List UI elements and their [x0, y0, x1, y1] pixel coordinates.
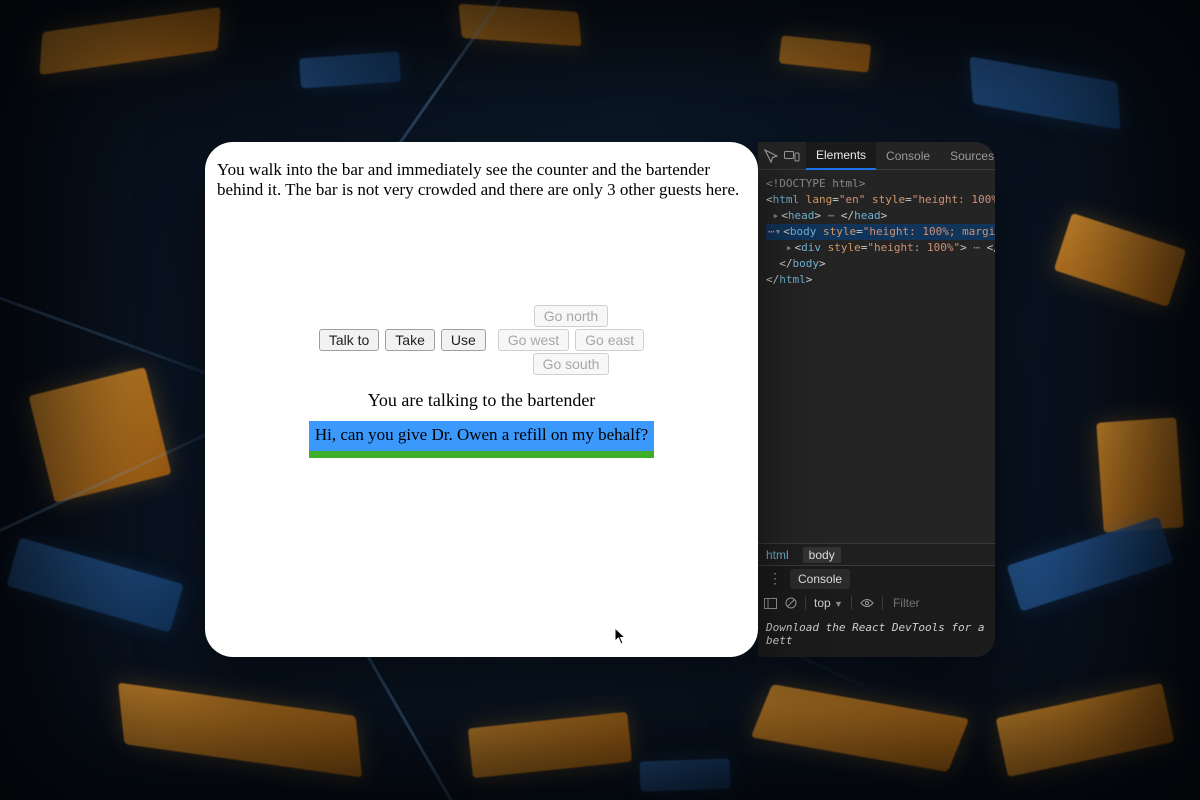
- controls-area: Talk to Take Use Go north Go west Go eas…: [217, 304, 746, 376]
- tab-console[interactable]: Console: [876, 143, 940, 169]
- live-expression-icon[interactable]: [860, 598, 874, 608]
- go-north-button: Go north: [534, 305, 608, 327]
- context-selector[interactable]: top ▼: [814, 596, 843, 610]
- go-east-button: Go east: [575, 329, 644, 351]
- console-message: Download the React DevTools for a bett: [766, 621, 987, 647]
- console-toolbar: top ▼: [758, 591, 995, 615]
- mouse-cursor-icon: [614, 627, 628, 645]
- clear-console-icon[interactable]: [785, 597, 797, 609]
- devtools-tabbar: Elements Console Sources: [758, 142, 995, 170]
- selected-node-body[interactable]: ⋯▾<body style="height: 100%; margin: 0">: [766, 224, 995, 240]
- elements-tree[interactable]: <!DOCTYPE html> <html lang="en" style="h…: [758, 170, 995, 543]
- breadcrumb: html body: [758, 543, 995, 565]
- device-toggle-icon[interactable]: [784, 148, 800, 164]
- go-south-button: Go south: [533, 353, 610, 375]
- status-text: You are talking to the bartender: [217, 390, 746, 411]
- inspect-icon[interactable]: [764, 148, 778, 164]
- verb-buttons: Talk to Take Use: [318, 328, 487, 352]
- crumb-html[interactable]: html: [766, 548, 789, 562]
- console-drawer-label[interactable]: Console: [790, 569, 850, 589]
- crumb-body[interactable]: body: [803, 547, 841, 563]
- console-filter-input[interactable]: [891, 595, 951, 611]
- tab-elements[interactable]: Elements: [806, 142, 876, 170]
- console-sidebar-toggle-icon[interactable]: [764, 598, 777, 609]
- devtools-panel: Elements Console Sources <!DOCTYPE html>…: [758, 142, 995, 657]
- take-button[interactable]: Take: [385, 329, 435, 351]
- console-output: Download the React DevTools for a bett: [758, 615, 995, 657]
- dialogue-option[interactable]: Hi, can you give Dr. Owen a refill on my…: [309, 421, 654, 458]
- narration-text: You walk into the bar and immediately se…: [217, 160, 746, 199]
- src-doctype: <!DOCTYPE html>: [766, 177, 865, 190]
- tab-sources[interactable]: Sources: [940, 143, 995, 169]
- talk-to-button[interactable]: Talk to: [319, 329, 379, 351]
- kebab-icon[interactable]: ⋮: [764, 570, 786, 587]
- go-west-button: Go west: [498, 329, 569, 351]
- use-button[interactable]: Use: [441, 329, 486, 351]
- game-window: You walk into the bar and immediately se…: [205, 142, 758, 657]
- direction-pad: Go north Go west Go east Go south: [497, 304, 645, 376]
- console-drawer-header: ⋮ Console: [758, 565, 995, 591]
